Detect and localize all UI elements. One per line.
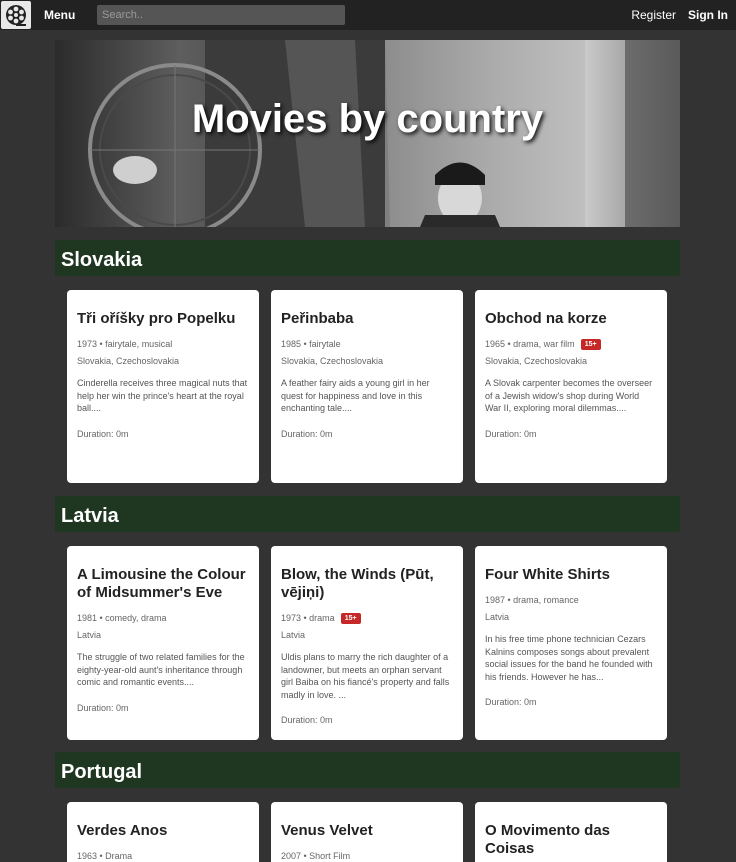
movie-title: Four White Shirts <box>485 566 610 583</box>
movie-duration: Duration: 0m <box>485 428 537 439</box>
age-rating-badge: 15+ <box>580 338 601 350</box>
movie-title: Blow, the Winds (Pūt, vējiņi) <box>281 566 434 601</box>
movie-country: Latvia <box>485 612 510 622</box>
movie-country: Slovakia, Czechoslovakia <box>77 356 180 366</box>
movie-duration: Duration: 0m <box>485 697 537 707</box>
movie-country: Slovakia, Czechoslovakia <box>485 356 588 366</box>
movie-description: The struggle of two related families for… <box>77 652 245 687</box>
movie-meta: 1973 • fairytale, musical <box>77 338 249 350</box>
movie-country: Latvia <box>281 630 306 640</box>
movie-title: Tři oříšky pro Popelku <box>77 310 236 327</box>
movie-card[interactable]: Venus Velvet 2007 • Short Film <box>271 802 463 862</box>
hero-banner: Movies by country <box>55 40 680 227</box>
movie-year-genre: 1973 • fairytale, musical <box>77 339 173 349</box>
auth-links: Register Sign In <box>631 8 728 22</box>
movie-title: Peřinbaba <box>281 310 354 327</box>
movie-meta: 1981 • comedy, drama <box>77 612 249 624</box>
register-link[interactable]: Register <box>631 8 676 22</box>
movie-meta: 1963 • Drama <box>77 850 249 862</box>
movie-title: A Limousine the Colour of Midsummer's Ev… <box>77 566 246 601</box>
film-reel-logo-icon[interactable] <box>1 1 31 29</box>
movie-duration: Duration: 0m <box>281 428 333 439</box>
movie-year-genre: 1981 • comedy, drama <box>77 613 167 623</box>
movie-card[interactable]: Blow, the Winds (Pūt, vējiņi) 1973 • dra… <box>271 546 463 740</box>
movie-country: Latvia <box>77 630 102 640</box>
movie-duration: Duration: 0m <box>281 715 333 725</box>
movie-card[interactable]: Obchod na korze 1965 • drama, war film 15… <box>475 290 667 483</box>
menu-link[interactable]: Menu <box>44 8 75 22</box>
movie-meta: 1987 • drama, romance <box>485 594 657 606</box>
top-navbar: Menu Register Sign In <box>0 0 736 30</box>
movie-card[interactable]: Verdes Anos 1963 • Drama <box>67 802 259 862</box>
movie-description: In his free time phone technician Cezars… <box>485 634 653 682</box>
movie-meta: 2007 • Short Film <box>281 850 453 862</box>
movie-year-genre: 1965 • drama, war film <box>485 339 575 349</box>
movie-title: O Movimento das Coisas <box>485 822 611 857</box>
movie-year-genre: 1973 • drama <box>281 613 335 623</box>
movie-country: Slovakia, Czechoslovakia <box>281 356 384 366</box>
movie-meta: 1973 • drama 15+ <box>281 612 453 624</box>
movie-description: A feather fairy aids a young girl in her… <box>281 378 430 413</box>
movie-description: A Slovak carpenter becomes the overseer … <box>485 378 653 413</box>
movie-year-genre: 2007 • Short Film <box>281 851 351 861</box>
movie-meta: 1985 • fairytale <box>281 338 453 350</box>
page-title: Movies by country <box>191 97 544 141</box>
search-input[interactable] <box>97 5 345 25</box>
country-header-latvia: Latvia <box>55 496 680 532</box>
movie-title: Venus Velvet <box>281 822 373 839</box>
country-header-slovakia: Slovakia <box>55 240 680 276</box>
movie-card[interactable]: A Limousine the Colour of Midsummer's Ev… <box>67 546 259 740</box>
movie-card[interactable]: Four White Shirts 1987 • drama, romance … <box>475 546 667 740</box>
movie-description: Uldis plans to marry the rich daughter o… <box>281 652 450 700</box>
movie-duration: Duration: 0m <box>77 428 129 439</box>
movie-year-genre: 1985 • fairytale <box>281 339 341 349</box>
movie-year-genre: 1987 • drama, romance <box>485 595 579 605</box>
movie-year-genre: 1963 • Drama <box>77 851 133 861</box>
country-header-portugal: Portugal <box>55 752 680 788</box>
movie-description: Cinderella receives three magical nuts t… <box>77 378 248 413</box>
movie-card[interactable]: O Movimento das Coisas <box>475 802 667 862</box>
signin-link[interactable]: Sign In <box>688 8 728 22</box>
age-rating-badge: 15+ <box>340 612 361 624</box>
movie-meta: 1965 • drama, war film 15+ <box>485 338 657 350</box>
movie-card[interactable]: Tři oříšky pro Popelku 1973 • fairytale,… <box>67 290 259 483</box>
movie-title: Obchod na korze <box>485 310 607 327</box>
movie-duration: Duration: 0m <box>77 702 129 713</box>
movie-card[interactable]: Peřinbaba 1985 • fairytale Slovakia, Cze… <box>271 290 463 483</box>
movie-title: Verdes Anos <box>77 822 168 839</box>
